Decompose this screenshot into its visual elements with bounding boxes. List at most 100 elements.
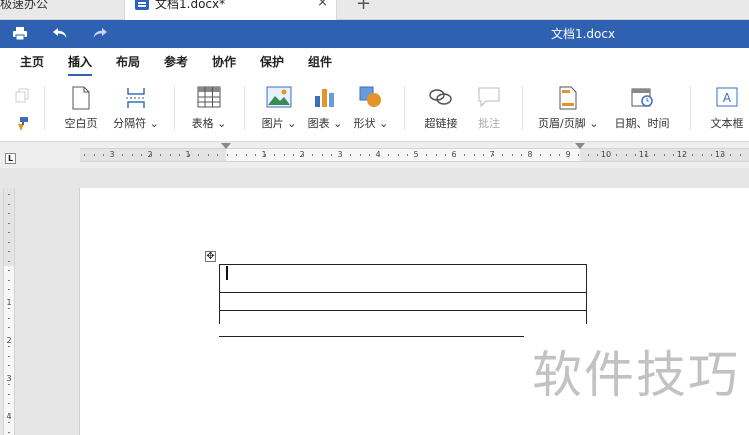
horizontal-ruler[interactable]: 32112345678910111213: [80, 143, 749, 162]
table-row: [219, 292, 587, 311]
ribbon-separator: [244, 86, 245, 130]
ruler-tick: [587, 154, 589, 156]
tab-home[interactable]: 主页: [20, 54, 44, 70]
shape-button[interactable]: 形状 ⌄: [350, 76, 392, 142]
header-footer-icon: [558, 86, 578, 113]
ribbon-separator: [690, 86, 691, 130]
ruler-tick: [492, 154, 494, 156]
page-break-label: 分隔符 ⌄: [113, 117, 159, 130]
ruler-tick: [226, 154, 228, 156]
ruler-tick: [559, 154, 560, 156]
ruler-tick: [701, 154, 703, 156]
shape-label: 形状 ⌄: [353, 117, 389, 130]
ribbon-separator: [522, 86, 523, 130]
datetime-button[interactable]: 日期、时间: [610, 76, 674, 142]
ruler-tick: [464, 154, 465, 156]
table-button[interactable]: 表格 ⌄: [186, 76, 232, 142]
ruler-tick: [8, 412, 10, 414]
blank-page-label: 空白页: [64, 117, 98, 130]
ruler-tick: [312, 154, 313, 156]
app-tab[interactable]: 极速办公: [0, 0, 124, 20]
ruler-tick: [321, 154, 323, 156]
ruler-tick: [160, 154, 161, 156]
chart-text: 图表: [307, 117, 330, 130]
ruler-tick: [8, 374, 10, 376]
hyperlink-button[interactable]: 超链接: [418, 76, 464, 142]
ribbon-separator: [174, 86, 175, 130]
document-table[interactable]: [219, 264, 587, 324]
ruler-tick: [521, 154, 522, 156]
picture-icon: [266, 86, 292, 111]
new-tab-button[interactable]: +: [356, 0, 371, 14]
ruler-tick: [739, 154, 741, 156]
picture-button[interactable]: 图片 ⌄: [258, 76, 300, 142]
ruler-tick: [169, 154, 171, 156]
tab-layout[interactable]: 布局: [116, 54, 140, 70]
tab-stop-selector[interactable]: L: [5, 153, 16, 164]
ruler-tick: [8, 431, 10, 433]
chart-button[interactable]: 图表 ⌄: [304, 76, 346, 142]
document-tab[interactable]: 文档1.docx* ×: [124, 0, 337, 20]
ruler-tick: [8, 317, 10, 319]
tab-collaborate[interactable]: 协作: [212, 54, 236, 70]
text-caret: [226, 266, 228, 280]
ribbon-separator: [44, 86, 45, 130]
indent-marker-icon[interactable]: [221, 143, 231, 149]
ruler-tick: [8, 403, 10, 404]
ruler-tick: [331, 154, 332, 156]
ruler-row: L 32112345678910111213: [0, 142, 749, 168]
ruler-tick: [8, 355, 10, 357]
table-move-handle-icon[interactable]: ✥: [205, 251, 216, 262]
ruler-tick: [540, 154, 541, 156]
ruler-tick: [416, 154, 418, 156]
ruler-tick: [8, 194, 10, 195]
vertical-ruler[interactable]: 1 2 3 4: [3, 188, 15, 435]
tab-protect[interactable]: 保护: [260, 54, 284, 70]
tab-references[interactable]: 参考: [164, 54, 188, 70]
ruler-tick: [682, 154, 684, 156]
menu-bar: 主页 插入 布局 参考 协作 保护 组件: [0, 48, 749, 76]
ruler-tick: [103, 154, 104, 156]
ruler-tick: [8, 289, 10, 290]
ruler-tick: [8, 222, 10, 224]
blank-page-button[interactable]: 空白页: [58, 76, 104, 142]
ruler-tick: [274, 154, 275, 156]
format-painter-icon[interactable]: [14, 116, 30, 135]
close-tab-icon[interactable]: ×: [317, 0, 328, 10]
blank-page-icon: [71, 86, 91, 113]
tab-insert[interactable]: 插入: [68, 54, 93, 76]
table-cell[interactable]: [219, 292, 587, 311]
indent-marker-icon[interactable]: [575, 143, 585, 149]
calendar-clock-icon: [630, 86, 654, 111]
table-cell[interactable]: [219, 310, 587, 324]
header-footer-button[interactable]: 页眉/页脚 ⌄: [538, 76, 598, 142]
ruler-tick: [8, 346, 10, 347]
page-break-button[interactable]: 分隔符 ⌄: [108, 76, 164, 142]
ruler-tick: [711, 154, 712, 156]
document-tab-label: 文档1.docx*: [155, 0, 226, 11]
tab-plugins[interactable]: 组件: [308, 54, 332, 70]
ribbon-toolbar: 空白页 分隔符 ⌄ 表格 ⌄ 图片 ⌄ 图表 ⌄ 形状 ⌄ 超链接 批注 页眉/…: [0, 76, 749, 142]
table-cell[interactable]: [219, 264, 587, 293]
copy-icon[interactable]: [14, 88, 30, 107]
shape-text: 形状: [353, 117, 376, 130]
ruler-tick: [8, 270, 10, 271]
ruler-tick-label: 1: [6, 298, 12, 307]
ruler-tick: [407, 154, 408, 156]
ruler-tick: [188, 154, 190, 156]
ruler-tick: [8, 327, 10, 328]
ruler-tick: [483, 154, 484, 156]
ruler-tick-label: 2: [6, 336, 12, 345]
ruler-tick-label: 3: [6, 374, 12, 383]
ruler-tick: [635, 154, 636, 156]
page-break-text: 分隔符: [113, 117, 147, 130]
ruler-tick: [8, 308, 10, 309]
ruler-tick: [359, 154, 361, 156]
table-row: [219, 264, 587, 293]
ruler-tick: [502, 154, 503, 156]
ruler-tick: [293, 154, 294, 156]
ruler-tick: [8, 365, 10, 366]
textbox-button[interactable]: A 文本框: [704, 76, 749, 142]
watermark: 软件技巧: [532, 346, 740, 404]
ruler-tick: [150, 154, 152, 156]
